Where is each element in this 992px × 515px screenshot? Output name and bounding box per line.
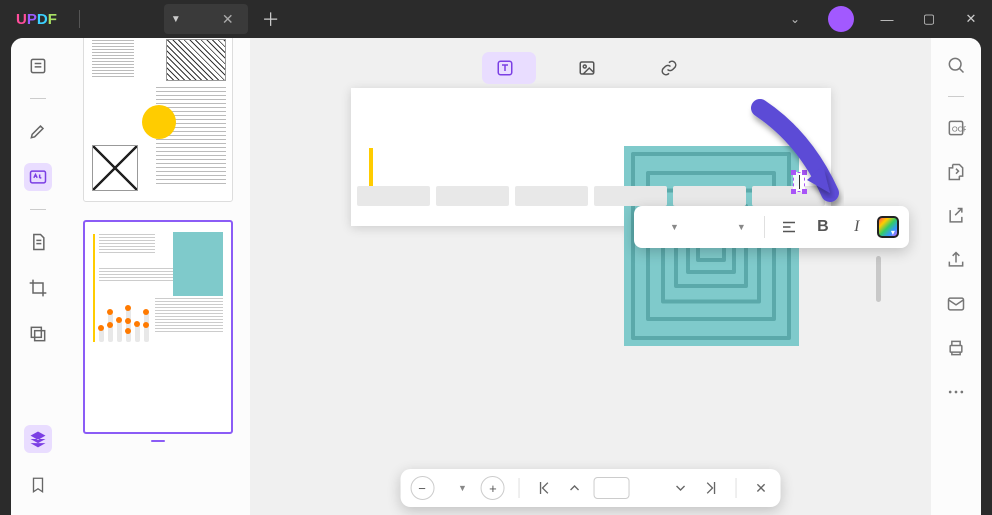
- app-logo: UPDF: [0, 11, 73, 28]
- italic-button[interactable]: I: [843, 218, 871, 236]
- divider: [30, 98, 46, 99]
- maximize-button[interactable]: ▢: [908, 0, 950, 38]
- edit-link-button[interactable]: [646, 52, 700, 84]
- prev-page-icon[interactable]: [564, 480, 586, 496]
- divider: [764, 216, 765, 238]
- bar-close-icon[interactable]: ✕: [751, 480, 771, 497]
- user-avatar[interactable]: [828, 6, 854, 32]
- divider: [948, 96, 964, 97]
- title-bar: UPDF ▼ ✕ ＋ ⌄ ― ▢ ✕: [0, 0, 992, 38]
- divider: [79, 10, 80, 28]
- edit-text-tool-icon[interactable]: [24, 163, 52, 191]
- bookmark-icon[interactable]: [24, 471, 52, 499]
- right-toolbar: OCR: [931, 38, 981, 515]
- page-number-input[interactable]: [594, 477, 630, 499]
- convert-icon[interactable]: [943, 159, 969, 185]
- zoom-out-button[interactable]: −: [410, 476, 434, 500]
- search-icon[interactable]: [943, 52, 969, 78]
- last-page-icon[interactable]: [700, 480, 722, 496]
- more-icon[interactable]: [943, 379, 969, 405]
- crop-tool-icon[interactable]: [24, 274, 52, 302]
- thumbnail-label: [151, 440, 165, 442]
- divider: [519, 478, 520, 498]
- left-toolbar: [11, 38, 65, 515]
- font-size-select[interactable]: ▼: [644, 222, 687, 232]
- layers-icon[interactable]: [24, 425, 52, 453]
- bold-button[interactable]: B: [809, 218, 837, 236]
- main-canvas: ▼ ▼ B I − ▼ + ✕: [250, 38, 931, 515]
- page-control-bar: − ▼ + ✕: [400, 469, 781, 507]
- zoom-select[interactable]: ▼: [442, 483, 473, 493]
- scrollbar-thumb[interactable]: [876, 256, 881, 302]
- highlighter-tool-icon[interactable]: [24, 117, 52, 145]
- share-icon[interactable]: [943, 247, 969, 273]
- tab-group: ▼ ✕ ＋: [164, 0, 294, 38]
- ocr-icon[interactable]: OCR: [943, 115, 969, 141]
- font-family-select[interactable]: ▼: [693, 222, 754, 232]
- thumbnail-panel: [65, 38, 250, 515]
- first-page-icon[interactable]: [534, 480, 556, 496]
- reader-tool-icon[interactable]: [24, 52, 52, 80]
- page-chart-strip: [357, 186, 825, 206]
- document-tab[interactable]: ✕: [188, 4, 248, 34]
- next-page-icon[interactable]: [670, 480, 692, 496]
- align-icon[interactable]: [775, 218, 803, 236]
- text-insert-box[interactable]: [793, 172, 805, 192]
- workspace: ▼ ▼ B I − ▼ + ✕: [11, 38, 981, 515]
- export-icon[interactable]: [943, 203, 969, 229]
- edit-type-toolbar: [482, 52, 700, 84]
- pages-tool-icon[interactable]: [24, 228, 52, 256]
- edit-image-button[interactable]: [564, 52, 618, 84]
- svg-text:OCR: OCR: [952, 124, 966, 133]
- divider: [30, 209, 46, 210]
- tab-prev-button[interactable]: ▼: [164, 4, 188, 34]
- zoom-in-button[interactable]: +: [481, 476, 505, 500]
- tab-add-button[interactable]: ＋: [248, 6, 294, 32]
- text-format-toolbar: ▼ ▼ B I: [634, 206, 909, 248]
- email-icon[interactable]: [943, 291, 969, 317]
- print-icon[interactable]: [943, 335, 969, 361]
- tab-close-icon[interactable]: ✕: [222, 11, 234, 28]
- thumbnail-page-3[interactable]: [83, 38, 233, 202]
- chevron-down-icon[interactable]: ⌄: [774, 12, 816, 26]
- divider: [736, 478, 737, 498]
- close-button[interactable]: ✕: [950, 0, 992, 38]
- text-color-picker[interactable]: [877, 216, 899, 238]
- minimize-button[interactable]: ―: [866, 0, 908, 38]
- thumbnail-page-4[interactable]: [83, 220, 233, 434]
- redact-tool-icon[interactable]: [24, 320, 52, 348]
- edit-text-button[interactable]: [482, 52, 536, 84]
- window-controls: ⌄ ― ▢ ✕: [774, 0, 992, 38]
